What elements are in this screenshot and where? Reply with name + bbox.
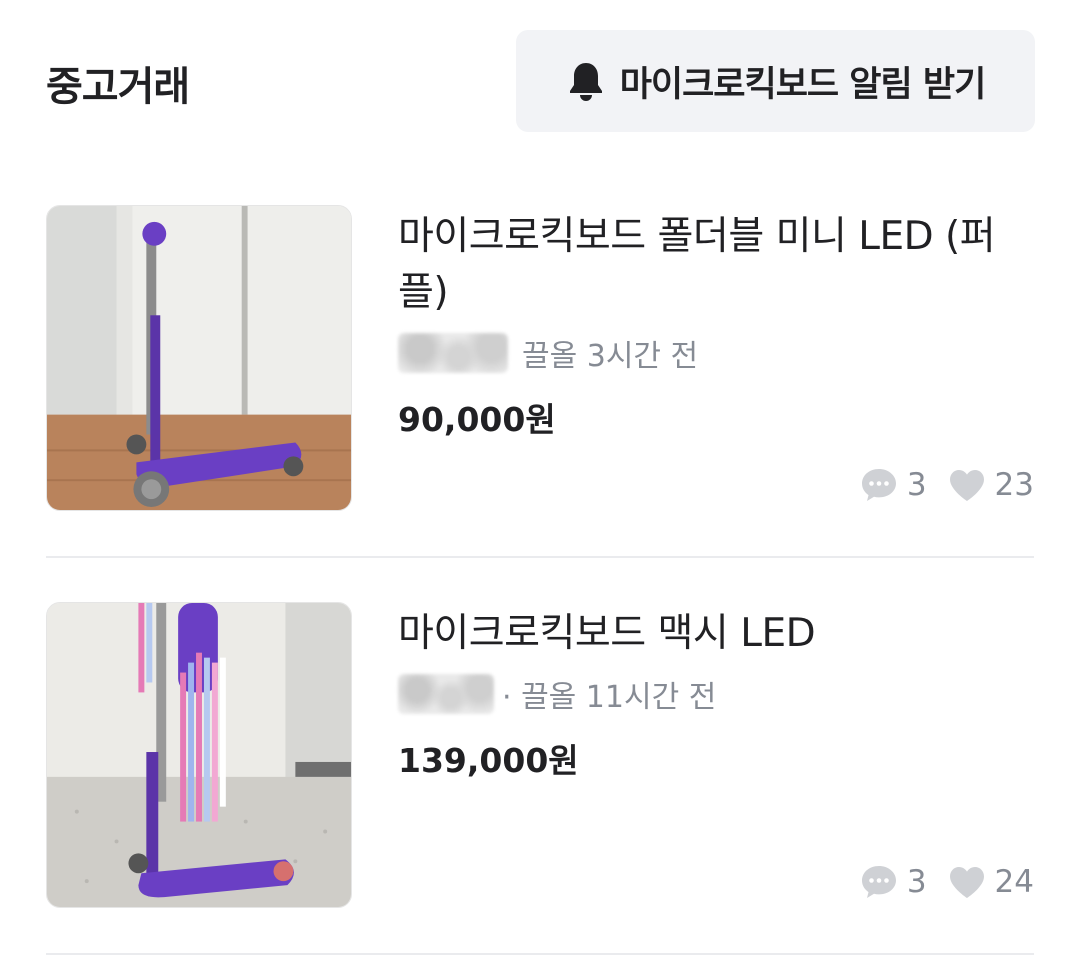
- seller-location-blurred: [398, 674, 494, 714]
- scooter-photo: [47, 603, 351, 907]
- comment-count: 3: [859, 466, 927, 504]
- item-title: 마이크로킥보드 맥시 LED: [398, 611, 816, 656]
- used-market-page: 중고거래 마이크로킥보드 알림 받기 마이크로킥보드 폴더블 미니 LED (퍼…: [0, 0, 1080, 965]
- section-header: 중고거래 마이크로킥보드 알림 받기: [0, 0, 1080, 160]
- heart-icon: [949, 470, 984, 501]
- comment-count: 3: [859, 863, 927, 901]
- bell-icon: [569, 63, 602, 101]
- item-divider: [46, 556, 1034, 558]
- like-count-value: 24: [994, 864, 1034, 900]
- bump-time: 끌올 3시간 전: [522, 339, 699, 374]
- product-thumbnail: [46, 205, 352, 511]
- keyword-alert-label: 마이크로킥보드 알림 받기: [619, 64, 987, 105]
- scooter-photo: [47, 206, 351, 510]
- chat-bubble-icon: [861, 469, 896, 501]
- item-meta: · 끌올 11시간 전: [398, 672, 1034, 716]
- section-title: 중고거래: [46, 64, 190, 110]
- comment-count-value: 3: [906, 864, 927, 900]
- like-count: 24: [947, 864, 1034, 900]
- chat-bubble-icon: [861, 866, 896, 898]
- item-meta: 끌올 3시간 전: [398, 331, 1034, 375]
- item-price: 90,000원: [398, 400, 556, 439]
- item-price: 139,000원: [398, 741, 579, 780]
- item-divider: [46, 953, 1034, 955]
- item-title: 마이크로킥보드 폴더블 미니 LED (퍼플): [398, 214, 996, 315]
- like-count: 23: [947, 467, 1034, 503]
- heart-icon: [949, 867, 984, 898]
- comment-count-value: 3: [906, 467, 927, 503]
- keyword-alert-button[interactable]: 마이크로킥보드 알림 받기: [516, 30, 1035, 132]
- list-item[interactable]: 마이크로킥보드 폴더블 미니 LED (퍼플) 끌올 3시간 전 90,000원…: [46, 205, 1034, 511]
- list-item[interactable]: 마이크로킥보드 맥시 LED · 끌올 11시간 전 139,000원 3 24: [46, 602, 1034, 908]
- seller-location-blurred: [398, 333, 508, 373]
- item-stats: 3 24: [859, 860, 1034, 904]
- like-count-value: 23: [994, 467, 1034, 503]
- product-thumbnail: [46, 602, 352, 908]
- item-stats: 3 23: [859, 463, 1034, 507]
- bump-time: · 끌올 11시간 전: [502, 680, 717, 715]
